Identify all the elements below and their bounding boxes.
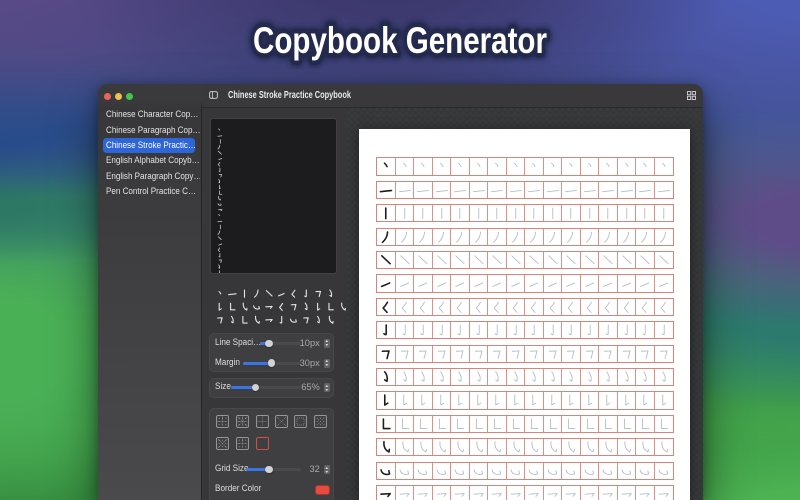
svg-text:Copybook Generator: Copybook Generator (253, 20, 547, 61)
